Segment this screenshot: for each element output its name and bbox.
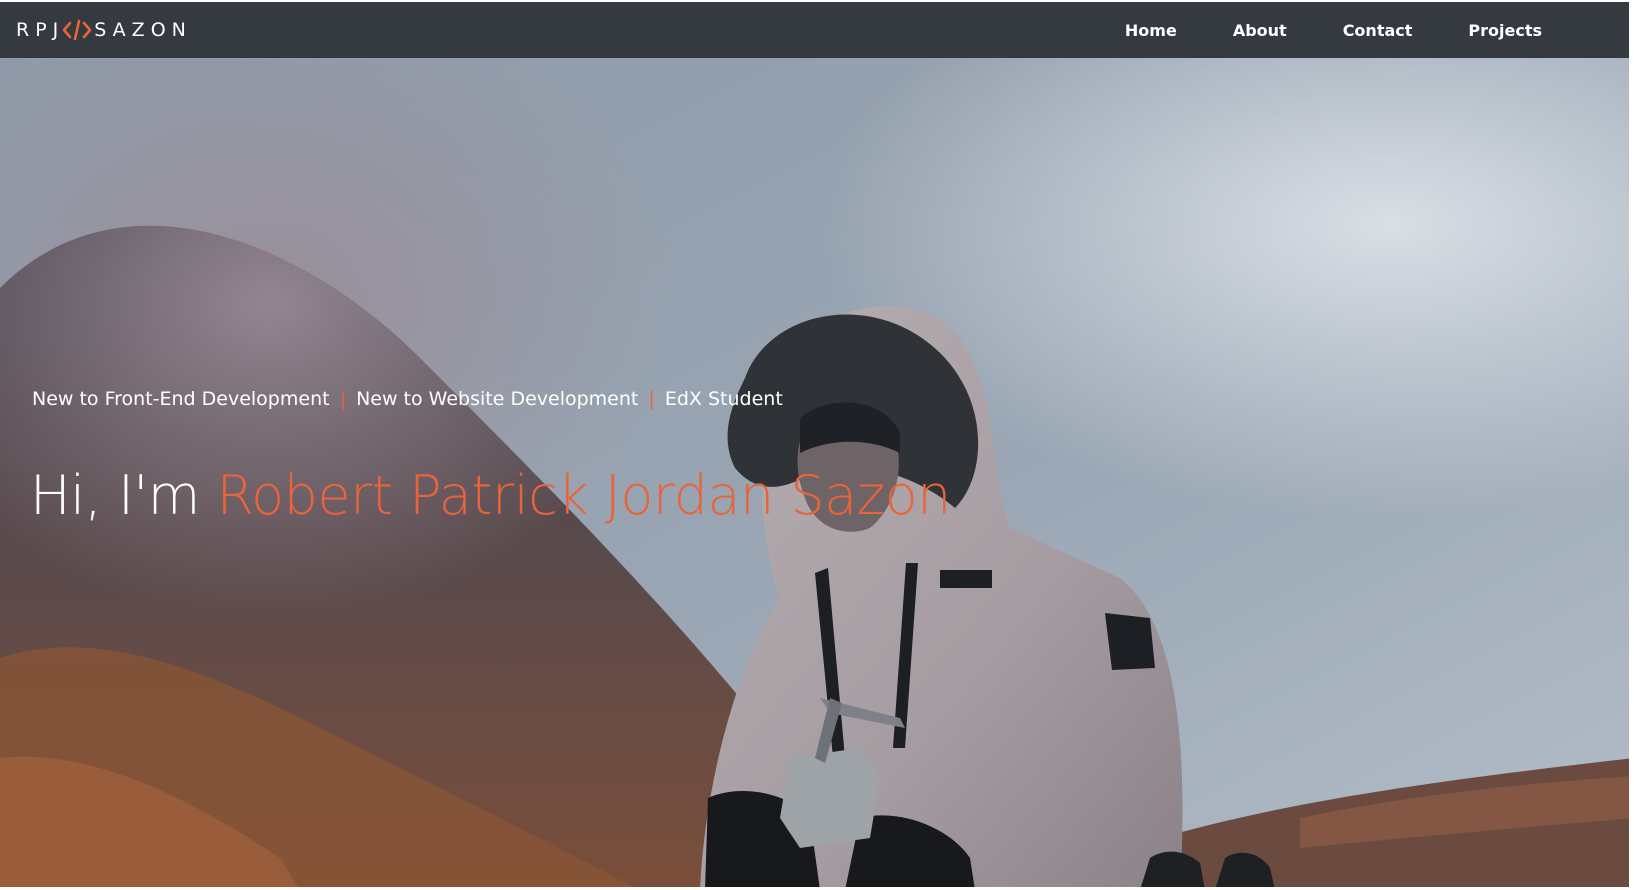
hero-section: New to Front-End Development | New to We… (0, 58, 1634, 890)
nav-link-contact[interactable]: Contact (1315, 21, 1441, 40)
hero-name: Robert Patrick Jordan Sazon (216, 464, 951, 528)
code-icon (62, 19, 92, 41)
nav-link-about[interactable]: About (1205, 21, 1315, 40)
nav-links: Home About Contact Projects (1097, 21, 1570, 40)
nav-link-projects[interactable]: Projects (1440, 21, 1570, 40)
tagline-item-frontend: New to Front-End Development (32, 388, 330, 410)
brand-initials: RPJ (16, 19, 65, 41)
tagline-separator: | (648, 388, 655, 410)
tagline-item-website: New to Website Development (356, 388, 639, 410)
hero-tagline: New to Front-End Development | New to We… (32, 388, 783, 410)
brand-surname: SAZON (94, 19, 192, 41)
tagline-separator: | (339, 388, 347, 410)
page: RPJ SAZON Home About Contact Projects Ne… (0, 0, 1634, 890)
hero-headline: Hi, I'm Robert Patrick Jordan Sazon (30, 464, 951, 527)
page-right-border (1629, 0, 1634, 890)
hero-greeting: Hi, I'm (30, 464, 217, 528)
brand-logo[interactable]: RPJ SAZON (16, 19, 192, 41)
top-navbar: RPJ SAZON Home About Contact Projects (0, 2, 1634, 58)
tagline-item-edx: EdX Student (664, 388, 783, 410)
nav-link-home[interactable]: Home (1097, 21, 1205, 40)
